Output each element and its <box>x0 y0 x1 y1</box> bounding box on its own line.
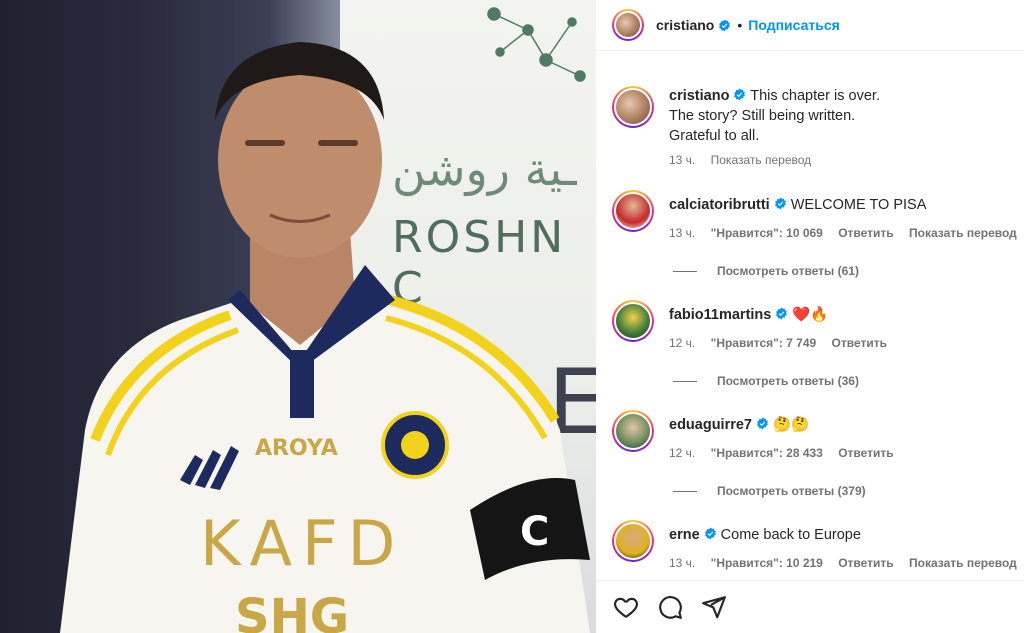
comment-avatar[interactable] <box>612 410 654 452</box>
replies-divider <box>673 490 697 492</box>
view-replies-label: Посмотреть ответы (36) <box>717 374 859 388</box>
verified-badge-icon <box>719 19 731 31</box>
comment-time[interactable]: 13 ч. <box>669 226 695 240</box>
comment-body: Come back to Europe <box>720 527 861 543</box>
verified-badge-icon <box>776 307 788 320</box>
translate-button[interactable]: Показать перевод <box>909 556 1017 570</box>
heart-icon[interactable] <box>612 593 640 621</box>
caption-username[interactable]: cristiano <box>669 88 729 104</box>
svg-text:AROYA: AROYA <box>255 436 338 461</box>
replies-divider <box>673 380 697 382</box>
share-icon[interactable] <box>700 593 728 621</box>
comment-username[interactable]: erne <box>669 527 700 543</box>
comment-avatar[interactable] <box>612 300 654 342</box>
comment-time[interactable]: 13 ч. <box>669 556 695 570</box>
caption-translate-button[interactable]: Показать перевод <box>711 153 812 167</box>
comment-meta: 12 ч. "Нравится": 7 749 Ответить <box>669 336 899 350</box>
comment-text: calciatoribrutti WELCOME TO PISA <box>669 195 1009 215</box>
comment-avatar[interactable] <box>612 190 654 232</box>
comment-text: eduaguirre7 🤔🤔 <box>669 415 1009 435</box>
comments-list[interactable]: cristiano This chapter is over. The stor… <box>596 52 1024 580</box>
svg-text:C: C <box>520 509 549 555</box>
comment-likes[interactable]: "Нравится": 28 433 <box>711 446 823 460</box>
comment-body: ❤️🔥 <box>792 307 829 323</box>
header-separator: • <box>737 17 743 33</box>
comment-time[interactable]: 12 ч. <box>669 336 695 350</box>
view-replies-button[interactable]: Посмотреть ответы (379) <box>673 484 866 498</box>
verified-badge-icon <box>704 527 716 540</box>
reply-button[interactable]: Ответить <box>832 336 887 350</box>
caption-avatar[interactable] <box>612 86 654 128</box>
author-username[interactable]: cristiano <box>656 17 714 33</box>
comment-meta: 12 ч. "Нравится": 28 433 Ответить <box>669 446 906 460</box>
view-replies-button[interactable]: Посмотреть ответы (61) <box>673 264 859 278</box>
comment-meta: 13 ч. "Нравится": 10 069 Ответить Показа… <box>669 226 1024 240</box>
comment-time[interactable]: 12 ч. <box>669 446 695 460</box>
comment-username[interactable]: fabio11martins <box>669 307 771 323</box>
player-figure: AROYA KAFD SHG C <box>60 42 590 633</box>
caption-line-3: Grateful to all. <box>669 128 760 144</box>
replies-divider <box>673 270 697 272</box>
comment-avatar[interactable] <box>612 520 654 562</box>
author-avatar[interactable] <box>612 9 644 41</box>
svg-text:KAFD: KAFD <box>200 507 405 580</box>
caption-line-1: This chapter is over. <box>750 88 880 104</box>
caption-line-2: The story? Still being written. <box>669 108 856 124</box>
post-photo[interactable]: ـية روشن ROSHN C E AROYA KAFD SHG C <box>0 0 596 633</box>
comment-body: 🤔🤔 <box>773 417 810 433</box>
post-header: cristiano • Подписаться <box>596 0 1024 51</box>
verified-badge-icon <box>774 197 786 210</box>
comment-username[interactable]: eduaguirre7 <box>669 417 752 433</box>
svg-text:SHG: SHG <box>235 589 349 633</box>
verified-badge-icon <box>734 88 746 101</box>
comment-text: erne Come back to Europe <box>669 525 1009 545</box>
caption-meta: 13 ч. Показать перевод <box>669 153 823 167</box>
post-side-panel: cristiano • Подписаться cristiano This c… <box>596 0 1024 633</box>
caption-time[interactable]: 13 ч. <box>669 153 695 167</box>
comment-username[interactable]: calciatoribrutti <box>669 197 770 213</box>
translate-button[interactable]: Показать перевод <box>909 226 1017 240</box>
comment-meta: 13 ч. "Нравится": 10 219 Ответить Показа… <box>669 556 1024 570</box>
comment-icon[interactable] <box>656 593 684 621</box>
comment-likes[interactable]: "Нравится": 7 749 <box>711 336 817 350</box>
view-replies-button[interactable]: Посмотреть ответы (36) <box>673 374 859 388</box>
comment-body: WELCOME TO PISA <box>790 197 927 213</box>
reply-button[interactable]: Ответить <box>838 226 893 240</box>
verified-badge-icon <box>757 417 768 430</box>
reply-button[interactable]: Ответить <box>838 446 893 460</box>
comment-likes[interactable]: "Нравится": 10 219 <box>711 556 823 570</box>
view-replies-label: Посмотреть ответы (61) <box>717 264 859 278</box>
comment-likes[interactable]: "Нравится": 10 069 <box>711 226 823 240</box>
reply-button[interactable]: Ответить <box>838 556 893 570</box>
view-replies-label: Посмотреть ответы (379) <box>717 484 866 498</box>
follow-button[interactable]: Подписаться <box>748 17 840 33</box>
caption-text: cristiano This chapter is over. The stor… <box>669 86 1009 146</box>
comment-text: fabio11martins ❤️🔥 <box>669 305 1009 325</box>
post-action-bar <box>596 580 1024 633</box>
